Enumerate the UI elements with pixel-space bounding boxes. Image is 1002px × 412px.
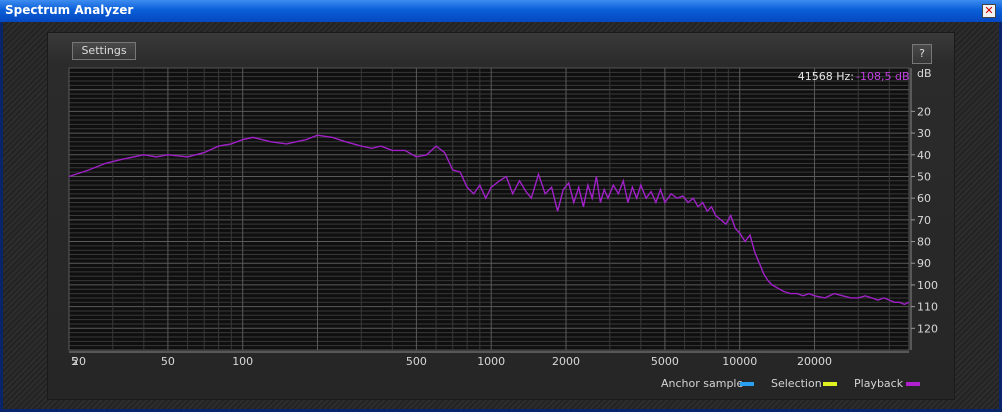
legend-anchor-sample-label: Anchor sample	[661, 377, 744, 390]
y-tick-label: 90	[917, 257, 931, 270]
x-tick-label: 500	[406, 355, 427, 368]
title-bar[interactable]: Spectrum Analyzer ✕	[0, 0, 1002, 22]
spectrum-chart[interactable]: 20 50 100 500 1000 2000 5000 10000 2000052030405…	[48, 33, 956, 373]
y-tick-label: 110	[917, 301, 938, 314]
x-tick-label: 50	[161, 355, 175, 368]
x-tick-label: 20000	[797, 355, 832, 368]
y-tick-label: 50	[917, 170, 931, 183]
plot-area	[68, 67, 910, 351]
y-tick-label: 120	[917, 322, 938, 335]
x-tick-label: 10000	[722, 355, 757, 368]
x-tick-label: 1000	[477, 355, 505, 368]
y-axis-label: dB	[917, 67, 932, 80]
spectrum-analyzer-window: Spectrum Analyzer ✕ Settings ? 20 50 100 50…	[0, 0, 1002, 412]
y-tick-label: 30	[917, 127, 931, 140]
y-tick-label: 40	[917, 149, 931, 162]
legend-playback-swatch	[906, 382, 920, 386]
y-tick-label: 100	[917, 279, 938, 292]
x-tick-label: 5000	[651, 355, 679, 368]
x-tick-label: 100	[232, 355, 253, 368]
legend-selection-label: Selection	[771, 377, 822, 390]
x-tick-label: 2000	[552, 355, 580, 368]
close-button[interactable]: ✕	[982, 4, 996, 18]
window-title: Spectrum Analyzer	[5, 3, 134, 17]
y-tick-label: 60	[917, 192, 931, 205]
y-tick-label: 80	[917, 236, 931, 249]
client-area: Settings ? 20 50 100 500 1000 2000 5000 10000 20…	[3, 22, 999, 409]
legend-anchor-sample-swatch	[740, 382, 754, 386]
y-tick-label: 70	[917, 214, 931, 227]
analyzer-panel: Settings ? 20 50 100 500 1000 2000 5000 10000 20…	[47, 32, 955, 400]
x-edge-label: 5	[71, 355, 78, 368]
legend-selection-swatch	[823, 382, 837, 386]
readout-frequency: 41568 Hz:	[798, 70, 854, 83]
readout-level: -108,5 dB	[856, 70, 910, 83]
legend-playback-label: Playback	[854, 377, 904, 390]
y-tick-label: 20	[917, 105, 931, 118]
